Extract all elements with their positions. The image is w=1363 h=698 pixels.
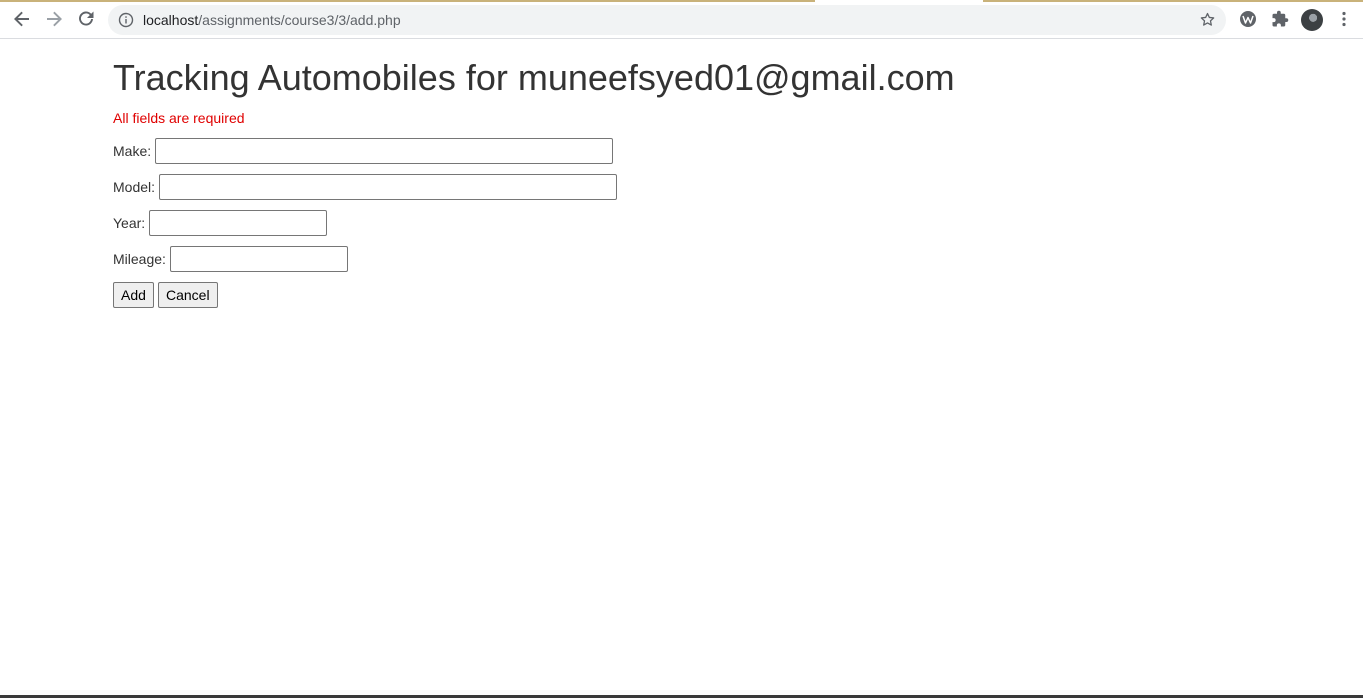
extensions-button[interactable] <box>1267 6 1293 32</box>
profile-avatar[interactable] <box>1301 9 1323 31</box>
forward-button[interactable] <box>40 5 68 33</box>
browser-toolbar: localhost/assignments/course3/3/add.php <box>0 2 1363 39</box>
url-path: /assignments/course3/3/add.php <box>198 12 401 28</box>
cancel-button[interactable]: Cancel <box>158 282 218 308</box>
page-title: Tracking Automobiles for muneefsyed01@gm… <box>113 57 955 98</box>
model-label: Model: <box>113 179 156 195</box>
mileage-row: Mileage: <box>113 246 348 272</box>
url-text[interactable]: localhost/assignments/course3/3/add.php <box>143 12 401 28</box>
arrow-right-icon <box>47 11 62 27</box>
year-input[interactable] <box>149 210 328 236</box>
info-icon[interactable] <box>118 12 134 28</box>
add-button[interactable]: Add <box>113 282 154 308</box>
make-label: Make: <box>113 143 152 159</box>
back-button[interactable] <box>8 5 36 33</box>
make-row: Make: <box>113 138 614 164</box>
browser-menu-button[interactable] <box>1331 6 1357 32</box>
mileage-label: Mileage: <box>113 251 166 267</box>
extension-w-button[interactable] <box>1235 6 1261 32</box>
arrow-left-icon <box>14 11 29 27</box>
reload-icon <box>79 11 94 26</box>
make-input[interactable] <box>155 138 614 164</box>
error-message: All fields are required <box>113 110 245 126</box>
wordpress-icon <box>1240 11 1256 27</box>
address-bar[interactable]: localhost/assignments/course3/3/add.php <box>108 5 1226 35</box>
kebab-menu-icon <box>1342 11 1346 27</box>
star-icon[interactable] <box>1199 11 1216 28</box>
model-row: Model: <box>113 174 618 200</box>
model-input[interactable] <box>159 174 618 200</box>
year-row: Year: <box>113 210 328 236</box>
year-label: Year: <box>113 215 146 231</box>
reload-button[interactable] <box>72 5 100 33</box>
mileage-input[interactable] <box>169 246 348 272</box>
puzzle-icon <box>1272 10 1289 27</box>
url-host: localhost <box>143 12 199 28</box>
